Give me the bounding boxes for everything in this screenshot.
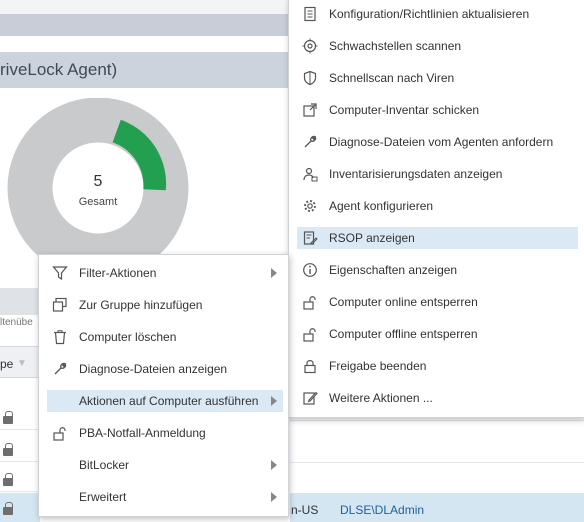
menu-item-unlock-offline[interactable]: Computer offline entsperren bbox=[297, 323, 578, 345]
menu-item-computer-actions[interactable]: Aktionen auf Computer ausführen bbox=[47, 390, 283, 412]
menu-item-label: Konfiguration/Richtlinien aktualisieren bbox=[329, 7, 530, 21]
menu-item-label: PBA-Notfall-Anmeldung bbox=[79, 426, 206, 440]
table-row[interactable] bbox=[0, 402, 40, 430]
rsop-icon bbox=[301, 229, 319, 247]
menu-item-filter-actions[interactable]: Filter-Aktionen bbox=[47, 262, 283, 284]
wrench-icon bbox=[51, 360, 69, 378]
menu-item-label: Computer online entsperren bbox=[329, 295, 478, 309]
menu-item-send-inventory[interactable]: Computer-Inventar schicken bbox=[297, 99, 578, 121]
panel-title: riveLock Agent) bbox=[0, 52, 290, 88]
menu-item-bitlocker[interactable]: BitLocker bbox=[47, 454, 283, 476]
menu-item-quick-virus-scan[interactable]: Schnellscan nach Viren bbox=[297, 67, 578, 89]
menu-item-label: Computer-Inventar schicken bbox=[329, 103, 480, 117]
menu-item-unlock-online[interactable]: Computer online entsperren bbox=[297, 291, 578, 313]
table-row[interactable] bbox=[0, 434, 40, 462]
table-header-text: ltenübe bbox=[0, 317, 33, 328]
menu-item-label: Erweitert bbox=[79, 490, 127, 504]
gear-icon bbox=[301, 197, 319, 215]
row-divider bbox=[290, 420, 584, 421]
menu-item-scan-vulnerabilities[interactable]: Schwachstellen scannen bbox=[297, 35, 578, 57]
info-icon bbox=[301, 261, 319, 279]
lock-icon bbox=[301, 357, 319, 375]
column-filter-icon[interactable]: ▼ bbox=[17, 358, 27, 369]
menu-item-label: Aktionen auf Computer ausführen bbox=[79, 394, 259, 408]
menu-item-label: Diagnose-Dateien anzeigen bbox=[79, 362, 228, 376]
menu-item-label: Diagnose-Dateien vom Agenten anfordern bbox=[329, 135, 554, 149]
add-to-group-icon bbox=[51, 296, 69, 314]
menu-item-request-diagnostics[interactable]: Diagnose-Dateien vom Agenten anfordern bbox=[297, 131, 578, 153]
submenu-computer-actions: Konfiguration/Richtlinien aktualisieren … bbox=[288, 0, 584, 418]
menu-item-show-inventory[interactable]: Inventarisierungsdaten anzeigen bbox=[297, 163, 578, 185]
inventory-icon bbox=[301, 165, 319, 183]
config-refresh-icon bbox=[301, 5, 319, 23]
row-language: n-US bbox=[291, 503, 319, 517]
menu-item-label: Schwachstellen scannen bbox=[329, 39, 462, 53]
row-user: DLSE\DLAdmin bbox=[340, 503, 425, 517]
top-strip bbox=[0, 0, 290, 14]
send-inventory-icon bbox=[301, 101, 319, 119]
menu-item-label: Weitere Aktionen ... bbox=[329, 391, 433, 405]
menu-item-configure-agent[interactable]: Agent konfigurieren bbox=[297, 195, 578, 217]
target-icon bbox=[301, 37, 319, 55]
menu-item-delete-computer[interactable]: Computer löschen bbox=[47, 326, 283, 348]
column-header-label: pe bbox=[0, 357, 14, 371]
submenu-arrow-icon bbox=[271, 268, 277, 278]
lock-icon bbox=[3, 502, 13, 515]
menu-item-label: Computer offline entsperren bbox=[329, 327, 478, 341]
menu-item-label: Zur Gruppe hinzufügen bbox=[79, 298, 203, 312]
top-bar bbox=[0, 14, 290, 36]
menu-item-label: RSOP anzeigen bbox=[329, 231, 415, 245]
menu-item-add-to-group[interactable]: Zur Gruppe hinzufügen bbox=[47, 294, 283, 316]
menu-item-label: Filter-Aktionen bbox=[79, 266, 157, 280]
unlock-icon bbox=[51, 424, 69, 442]
menu-item-pba-emergency-login[interactable]: PBA-Notfall-Anmeldung bbox=[47, 422, 283, 444]
table-toolbar bbox=[0, 288, 40, 315]
trash-icon bbox=[51, 328, 69, 346]
submenu-arrow-icon bbox=[271, 460, 277, 470]
menu-item-show-rsop[interactable]: RSOP anzeigen bbox=[297, 227, 578, 249]
menu-item-show-diagnostics[interactable]: Diagnose-Dateien anzeigen bbox=[47, 358, 283, 380]
submenu-arrow-icon bbox=[271, 492, 277, 502]
menu-item-end-share[interactable]: Freigabe beenden bbox=[297, 355, 578, 377]
menu-item-label: Agent konfigurieren bbox=[329, 199, 434, 213]
menu-item-label: Eigenschaften anzeigen bbox=[329, 263, 458, 277]
context-menu: Filter-Aktionen Zur Gruppe hinzufügen Co… bbox=[38, 254, 289, 517]
menu-item-advanced[interactable]: Erweitert bbox=[47, 486, 283, 508]
unlock-icon bbox=[301, 293, 319, 311]
lock-icon bbox=[3, 443, 13, 456]
wrench-icon bbox=[301, 133, 319, 151]
lock-icon bbox=[3, 411, 13, 424]
menu-item-label: Inventarisierungsdaten anzeigen bbox=[329, 167, 503, 181]
menu-item-show-properties[interactable]: Eigenschaften anzeigen bbox=[297, 259, 578, 281]
table-row[interactable] bbox=[0, 464, 40, 492]
menu-item-more-actions[interactable]: Weitere Aktionen ... bbox=[297, 387, 578, 409]
donut-label: Gesamt bbox=[78, 196, 118, 208]
unlock-offline-icon bbox=[301, 325, 319, 343]
menu-item-label: Schnellscan nach Viren bbox=[329, 71, 455, 85]
table-row-selected-right[interactable] bbox=[290, 493, 584, 522]
menu-item-label: BitLocker bbox=[79, 458, 130, 472]
menu-item-label: Freigabe beenden bbox=[329, 359, 427, 373]
edit-icon bbox=[301, 389, 319, 407]
filter-icon bbox=[51, 264, 69, 282]
submenu-arrow-icon bbox=[271, 396, 277, 406]
row-divider bbox=[290, 462, 584, 463]
table-row-selected[interactable] bbox=[0, 493, 40, 522]
donut-total: 5 bbox=[93, 173, 103, 190]
shield-icon bbox=[301, 69, 319, 87]
menu-item-update-config[interactable]: Konfiguration/Richtlinien aktualisieren bbox=[297, 3, 578, 25]
menu-item-label: Computer löschen bbox=[79, 330, 177, 344]
lock-icon bbox=[3, 473, 13, 486]
